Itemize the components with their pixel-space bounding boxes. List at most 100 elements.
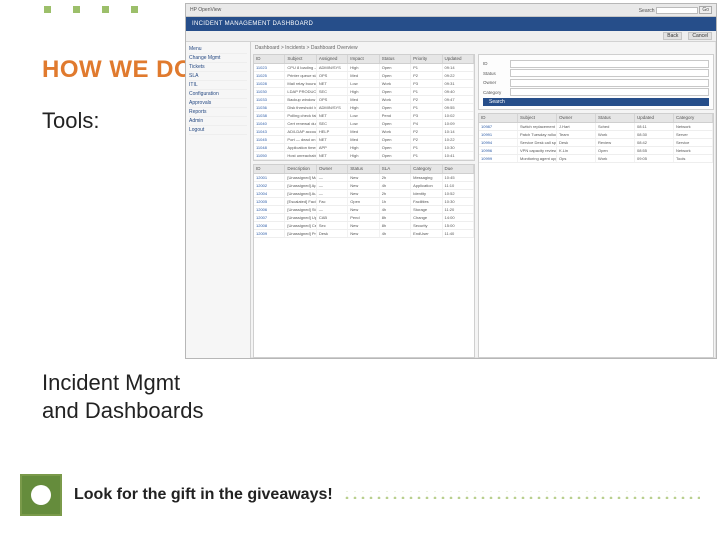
table-row[interactable]: 12006[Unassigned] Storage IOPS threshold… [254,206,474,214]
table-row[interactable]: 11045Port — dead on floor 3NETMedOpenP21… [254,136,474,144]
cell: Med [348,136,379,143]
sidebar-item[interactable]: Reports [189,108,247,117]
cell: 11:40 [443,230,474,237]
cell: Desk [317,230,348,237]
cell: Low [348,112,379,119]
sidebar-item[interactable]: Tickets [189,63,247,72]
cell: P3 [411,112,442,119]
sidebar-item[interactable]: Configuration [189,90,247,99]
sidebar-item[interactable]: Logout [189,126,247,135]
cell: AD/LDAP account lock [285,128,316,135]
id-field[interactable] [510,60,709,68]
cell: Low [348,120,379,127]
cell: Disk threshold /var [285,104,316,111]
sidebar-item[interactable]: Change Mgmt [189,54,247,63]
status-field[interactable] [510,69,709,77]
cell: P1 [411,88,442,95]
cell: 11:20 [443,206,474,213]
table-row[interactable]: 11028Mail relay bounceNETLowWorkP309:31 [254,80,474,88]
cell: ADMIN/SYS [317,104,348,111]
table-row[interactable]: 11038Polling check failureNETLowPendP310… [254,112,474,120]
field-label: Status [483,71,507,76]
cell: 10:41 [443,152,474,159]
table-row[interactable]: 12001[Unassigned] Mail queue growth dete… [254,174,474,182]
cell: Pend [380,112,411,119]
cell: 10994 [479,139,518,146]
cell: 10999 [479,155,518,162]
decorative-dotline [343,491,700,499]
cancel-button[interactable]: Cancel [688,32,712,40]
table-row[interactable]: 12007[Unassigned] Upgrade CR-41 pending … [254,214,474,222]
table-row[interactable]: 12008[Unassigned] Certificate scan findi… [254,222,474,230]
cell: Service Desk call spike >15% [518,139,557,146]
cell: P1 [411,152,442,159]
search-area: Search Go [639,7,712,14]
table-row[interactable]: 10987Switch replacement scheduledJ.HartS… [479,123,713,131]
sidebar-item[interactable]: SLA [189,72,247,81]
cell: Port — dead on floor 3 [285,136,316,143]
table-row[interactable]: 12009[Unassigned] Print server spooler r… [254,230,474,238]
table-row[interactable]: 11033Backup window exceededOPSMedWorkP20… [254,96,474,104]
column-header: Description [285,165,316,173]
table-row[interactable]: 11050Host unreachable east-dcNETHighOpen… [254,152,474,160]
column-header: Impact [348,55,379,63]
cell: 08:42 [635,139,674,146]
table-row[interactable]: 10999Monitoring agent upgradeOpsWork09:0… [479,155,713,163]
sidebar-item[interactable]: Approvals [189,99,247,108]
sidebar-item[interactable]: Admin [189,117,247,126]
table-row[interactable]: 12004[Unassigned] Authentication slow EU… [254,190,474,198]
cell: 8h [380,222,411,229]
cell: 10:22 [443,136,474,143]
cell: 12002 [254,182,285,189]
cell: P1 [411,104,442,111]
table-row[interactable]: 11040Cert renewal dueSECLowOpenP410:09 [254,120,474,128]
cell: Open [380,120,411,127]
cell: 12004 [254,190,285,197]
table-row[interactable]: 11025Printer queue stalledOPSMedOpenP209… [254,72,474,80]
cell: Service [674,139,713,146]
cell: 10:45 [443,174,474,181]
cell: 09:05 [635,155,674,162]
cell: Work [380,128,411,135]
cell: High [348,104,379,111]
cell: Change [411,214,442,221]
cell: 08:11 [635,123,674,130]
back-button[interactable]: Back [663,32,682,40]
table-row[interactable]: 10994Service Desk call spike >15%DeskRev… [479,139,713,147]
cell: New [348,174,379,181]
subtitle-line-2: and Dashboards [42,397,203,425]
category-field[interactable] [510,88,709,96]
table-row[interactable]: 11043AD/LDAP account lockHELPMedWorkP210… [254,128,474,136]
cell: Desk [557,139,596,146]
table-row[interactable]: 11048Application timeout reportsAPPHighO… [254,144,474,152]
table-row[interactable]: 10996VPN capacity reviewK.LinOpen08:55Ne… [479,147,713,155]
sidebar-item[interactable]: Menu [189,45,247,54]
cell: [Unassigned] Authentication slow EU regi… [285,190,316,197]
column-header: Subject [518,114,557,122]
cell: 4h [380,206,411,213]
cell: EndUser [411,230,442,237]
table-row[interactable]: 11036Disk threshold /varADMIN/SYSHighOpe… [254,104,474,112]
go-button[interactable]: Go [699,6,712,14]
column-header: Status [380,55,411,63]
table-row[interactable]: 11030LDAP PRODUCTION syncSECHighOpenP109… [254,88,474,96]
cell: High [348,64,379,71]
window-titlebar: HP OpenView Search Go [186,4,716,17]
subtitle-line-1: Incident Mgmt [42,369,203,397]
cell: P2 [411,136,442,143]
cell: Backup window exceeded [285,96,316,103]
search-input[interactable] [656,7,698,14]
owner-field[interactable] [510,79,709,87]
cell: NET [317,152,348,159]
table-row[interactable]: 12002[Unassigned] App node health degrad… [254,182,474,190]
cell: Team [557,131,596,138]
table-row[interactable]: 11023CPU 8 loading — unscheduled downADM… [254,64,474,72]
cell: 11:10 [443,182,474,189]
sidebar-item[interactable]: ITIL [189,81,247,90]
search-button[interactable]: Search [483,98,709,106]
cell: P3 [411,80,442,87]
incident-panel-c: IDDescriptionOwnerStatusSLACategoryDue12… [253,164,475,358]
table-row[interactable]: 12005[Escalated] Facilities monitoring o… [254,198,474,206]
cell: Med [348,96,379,103]
table-row[interactable]: 10991Patch Tuesday rolloutTeamWork08:30S… [479,131,713,139]
